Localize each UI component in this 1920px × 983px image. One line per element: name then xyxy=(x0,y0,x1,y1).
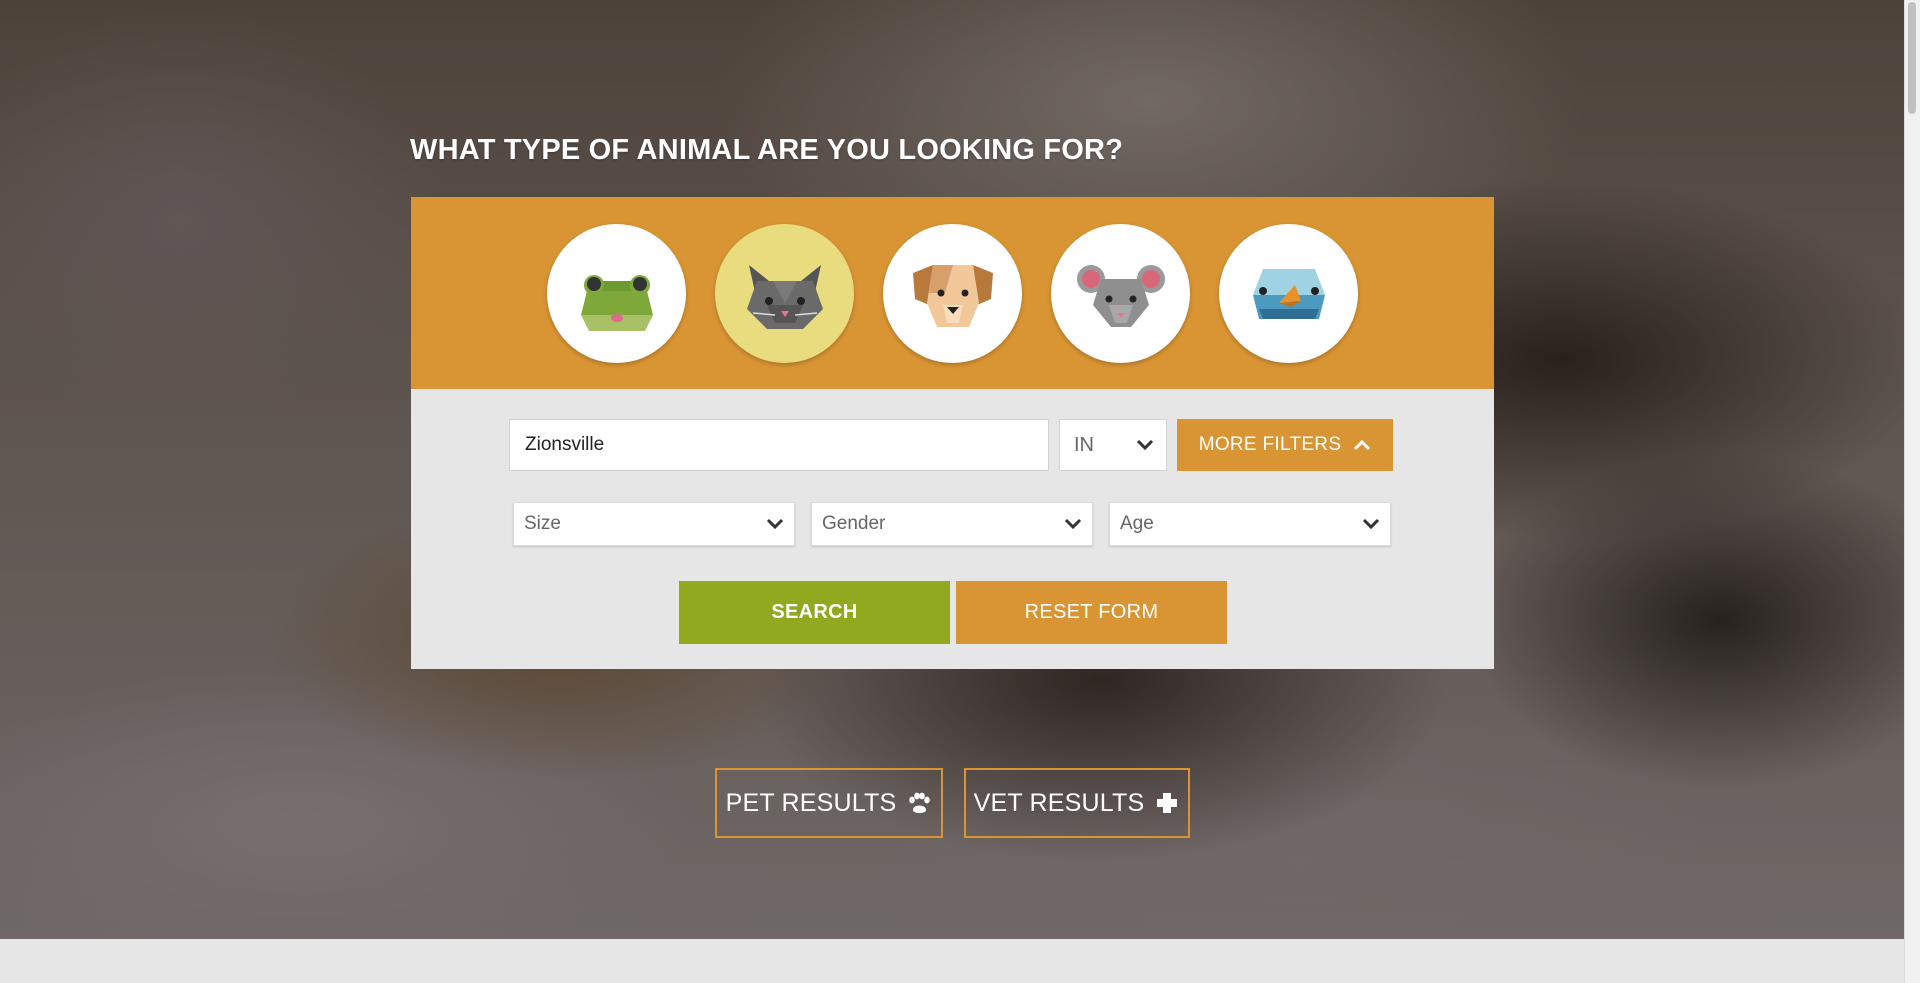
age-select-label: Age xyxy=(1120,513,1154,534)
bird-icon xyxy=(1252,269,1325,319)
size-select-label: Size xyxy=(524,513,561,534)
more-filters-label: MORE FILTERS xyxy=(1198,434,1342,455)
dog-icon xyxy=(912,265,993,327)
chevron-down-icon xyxy=(1362,518,1380,530)
vet-results-button[interactable]: VET RESULTS xyxy=(964,768,1190,838)
frog-icon xyxy=(580,275,653,331)
cat-icon xyxy=(746,265,823,329)
filters-area: IN MORE FILTERS Size Gender xyxy=(411,389,1494,669)
more-filters-button[interactable]: MORE FILTERS xyxy=(1177,419,1393,471)
gender-select[interactable]: Gender xyxy=(811,502,1093,546)
paw-icon xyxy=(909,792,931,813)
state-select-value: IN xyxy=(1074,433,1094,456)
state-select[interactable]: IN xyxy=(1059,419,1167,471)
animal-option-mouse[interactable] xyxy=(1051,223,1190,363)
results-buttons: PET RESULTS VET RESULTS xyxy=(715,768,1190,838)
pet-results-label: PET RESULTS xyxy=(725,788,897,817)
mouse-icon xyxy=(1076,265,1165,327)
location-row: IN MORE FILTERS xyxy=(509,419,1393,471)
reset-form-button[interactable]: RESET FORM xyxy=(956,581,1227,644)
scrollbar[interactable] xyxy=(1904,0,1920,983)
size-select[interactable]: Size xyxy=(513,502,795,546)
page-title: WHAT TYPE OF ANIMAL ARE YOU LOOKING FOR? xyxy=(410,134,1124,166)
plus-icon xyxy=(1157,793,1178,813)
search-button[interactable]: SEARCH xyxy=(679,581,950,644)
chevron-down-icon xyxy=(1136,439,1154,451)
attribute-filters-row: Size Gender Age xyxy=(513,502,1391,546)
animal-option-cat[interactable] xyxy=(715,223,854,363)
location-input[interactable] xyxy=(509,419,1049,471)
animal-type-bar xyxy=(411,197,1494,389)
animal-option-frog[interactable] xyxy=(547,223,686,363)
age-select[interactable]: Age xyxy=(1109,502,1391,546)
action-buttons-row: SEARCH RESET FORM xyxy=(679,581,1227,644)
gender-select-label: Gender xyxy=(822,513,886,534)
chevron-down-icon xyxy=(1064,518,1082,530)
pet-results-button[interactable]: PET RESULTS xyxy=(715,768,943,838)
vet-results-label: VET RESULTS xyxy=(973,788,1145,817)
scrollbar-thumb[interactable] xyxy=(1908,2,1916,114)
chevron-up-icon xyxy=(1353,439,1371,451)
animal-option-dog[interactable] xyxy=(883,223,1022,363)
animal-option-bird[interactable] xyxy=(1219,223,1358,363)
search-panel: IN MORE FILTERS Size Gender xyxy=(411,197,1494,669)
chevron-down-icon xyxy=(766,518,784,530)
